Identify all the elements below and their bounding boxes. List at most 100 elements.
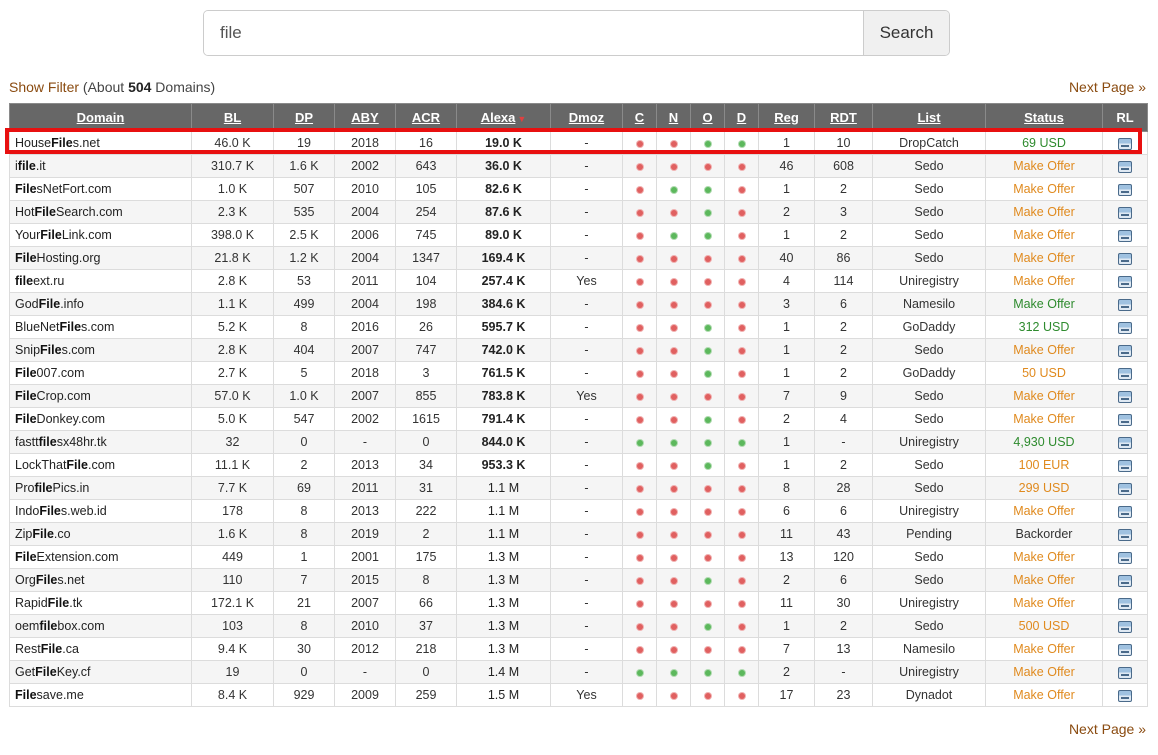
status-cell[interactable]: Make Offer [985,660,1103,684]
rl-cell[interactable] [1102,430,1148,454]
domain-cell[interactable]: Filesave.me [9,683,192,707]
report-icon[interactable] [1118,459,1132,472]
rl-cell[interactable] [1102,683,1148,707]
rl-cell[interactable] [1102,614,1148,638]
report-icon[interactable] [1118,137,1132,150]
domain-cell[interactable]: ZipFile.co [9,522,192,546]
status-cell[interactable]: 312 USD [985,315,1103,339]
status-cell[interactable]: Make Offer [985,384,1103,408]
status-label[interactable]: 299 USD [1019,481,1070,495]
status-cell[interactable]: 500 USD [985,614,1103,638]
domain-cell[interactable]: ifile.it [9,154,192,178]
domain-cell[interactable]: oemfilebox.com [9,614,192,638]
status-label[interactable]: Backorder [1016,527,1073,541]
next-page-link-bottom[interactable]: Next Page » [1069,721,1146,737]
rl-cell[interactable] [1102,522,1148,546]
status-label[interactable]: Make Offer [1013,573,1075,587]
domain-cell[interactable]: RestFile.ca [9,637,192,661]
column-header-bl[interactable]: BL [191,103,274,132]
status-cell[interactable]: 4,930 USD [985,430,1103,454]
column-header-c[interactable]: C [622,103,657,132]
column-header-n[interactable]: N [656,103,691,132]
report-icon[interactable] [1118,620,1132,633]
search-button[interactable]: Search [863,11,949,55]
column-header-o[interactable]: O [690,103,725,132]
rl-cell[interactable] [1102,637,1148,661]
status-label[interactable]: Make Offer [1013,159,1075,173]
report-icon[interactable] [1118,252,1132,265]
status-cell[interactable]: Make Offer [985,292,1103,316]
status-label[interactable]: Make Offer [1013,228,1075,242]
domain-cell[interactable]: GetFileKey.cf [9,660,192,684]
column-header-domain[interactable]: Domain [9,103,192,132]
domain-cell[interactable]: HouseFiles.net [9,131,192,155]
rl-cell[interactable] [1102,246,1148,270]
domain-cell[interactable]: GodFile.info [9,292,192,316]
report-icon[interactable] [1118,367,1132,380]
status-cell[interactable]: Backorder [985,522,1103,546]
status-cell[interactable]: Make Offer [985,568,1103,592]
status-cell[interactable]: Make Offer [985,246,1103,270]
rl-cell[interactable] [1102,200,1148,224]
status-cell[interactable]: Make Offer [985,200,1103,224]
rl-cell[interactable] [1102,361,1148,385]
rl-cell[interactable] [1102,338,1148,362]
status-cell[interactable]: Make Offer [985,154,1103,178]
report-icon[interactable] [1118,666,1132,679]
status-label[interactable]: Make Offer [1013,688,1075,702]
status-label[interactable]: Make Offer [1013,182,1075,196]
status-label[interactable]: Make Offer [1013,642,1075,656]
status-label[interactable]: Make Offer [1013,389,1075,403]
status-label[interactable]: 100 EUR [1019,458,1070,472]
domain-cell[interactable]: ProfilePics.in [9,476,192,500]
domain-cell[interactable]: FileExtension.com [9,545,192,569]
status-label[interactable]: Make Offer [1013,251,1075,265]
rl-cell[interactable] [1102,177,1148,201]
domain-cell[interactable]: OrgFiles.net [9,568,192,592]
domain-cell[interactable]: fileext.ru [9,269,192,293]
rl-cell[interactable] [1102,407,1148,431]
report-icon[interactable] [1118,528,1132,541]
status-label[interactable]: Make Offer [1013,343,1075,357]
domain-cell[interactable]: YourFileLink.com [9,223,192,247]
rl-cell[interactable] [1102,591,1148,615]
domain-cell[interactable]: RapidFile.tk [9,591,192,615]
status-cell[interactable]: Make Offer [985,637,1103,661]
status-cell[interactable]: Make Offer [985,223,1103,247]
report-icon[interactable] [1118,551,1132,564]
status-cell[interactable]: Make Offer [985,269,1103,293]
report-icon[interactable] [1118,505,1132,518]
report-icon[interactable] [1118,160,1132,173]
column-header-dp[interactable]: DP [273,103,335,132]
status-cell[interactable]: 100 EUR [985,453,1103,477]
domain-cell[interactable]: SnipFiles.com [9,338,192,362]
domain-cell[interactable]: LockThatFile.com [9,453,192,477]
column-header-reg[interactable]: Reg [758,103,815,132]
domain-cell[interactable]: FileDonkey.com [9,407,192,431]
column-header-rdt[interactable]: RDT [814,103,873,132]
rl-cell[interactable] [1102,131,1148,155]
status-cell[interactable]: Make Offer [985,591,1103,615]
report-icon[interactable] [1118,229,1132,242]
status-label[interactable]: 500 USD [1019,619,1070,633]
domain-cell[interactable]: FileHosting.org [9,246,192,270]
next-page-link-top[interactable]: Next Page » [1069,79,1146,95]
column-header-acr[interactable]: ACR [395,103,457,132]
report-icon[interactable] [1118,298,1132,311]
status-label[interactable]: 50 USD [1022,366,1066,380]
report-icon[interactable] [1118,183,1132,196]
domain-cell[interactable]: fasttfilesx48hr.tk [9,430,192,454]
status-label[interactable]: Make Offer [1013,297,1075,311]
report-icon[interactable] [1118,321,1132,334]
column-header-aby[interactable]: ABY [334,103,396,132]
rl-cell[interactable] [1102,384,1148,408]
report-icon[interactable] [1118,574,1132,587]
rl-cell[interactable] [1102,660,1148,684]
status-label[interactable]: 4,930 USD [1013,435,1074,449]
report-icon[interactable] [1118,275,1132,288]
column-header-dmoz[interactable]: Dmoz [550,103,623,132]
status-label[interactable]: Make Offer [1013,205,1075,219]
report-icon[interactable] [1118,643,1132,656]
status-cell[interactable]: Make Offer [985,683,1103,707]
status-cell[interactable]: 50 USD [985,361,1103,385]
